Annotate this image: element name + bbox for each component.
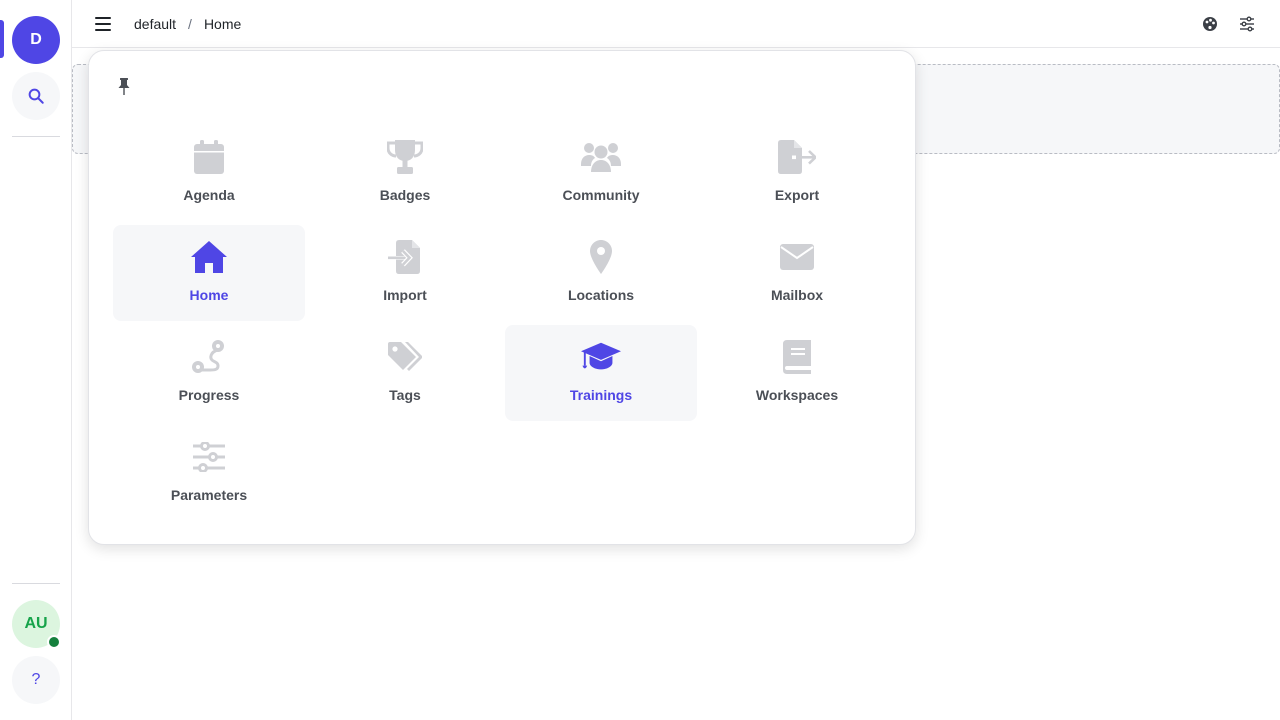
app-locations[interactable]: Locations <box>505 225 697 321</box>
apps-menu-panel: Agenda Badges Community Export Home Impo… <box>88 50 916 545</box>
workspace-avatar[interactable]: D <box>12 16 60 64</box>
app-agenda[interactable]: Agenda <box>113 125 305 221</box>
app-community[interactable]: Community <box>505 125 697 221</box>
pin-menu-button[interactable] <box>115 77 133 97</box>
rail-divider <box>12 583 60 584</box>
app-label: Tags <box>389 387 421 403</box>
calendar-icon <box>194 140 224 174</box>
app-label: Agenda <box>183 187 235 203</box>
app-label: Locations <box>567 287 635 303</box>
app-workspaces[interactable]: Workspaces <box>701 325 893 421</box>
pin-icon <box>118 78 130 95</box>
app-label: Community <box>562 187 640 203</box>
app-label: Import <box>383 287 427 303</box>
search-button[interactable] <box>12 72 60 120</box>
users-icon <box>581 143 621 172</box>
map-pin-icon <box>590 240 612 274</box>
search-icon <box>28 88 44 104</box>
top-bar: default / Home <box>72 0 1280 48</box>
app-parameters[interactable]: Parameters <box>113 425 305 521</box>
active-workspace-indicator <box>0 20 4 58</box>
graduation-cap-icon <box>581 342 621 370</box>
app-label: Export <box>774 187 820 203</box>
sliders-icon <box>1240 16 1254 32</box>
app-label: Parameters <box>170 487 248 503</box>
online-status-badge <box>47 635 61 649</box>
breadcrumb-workspace[interactable]: default <box>134 16 176 32</box>
hamburger-icon <box>95 17 111 31</box>
breadcrumb-separator: / <box>188 16 192 32</box>
app-export[interactable]: Export <box>701 125 893 221</box>
app-progress[interactable]: Progress <box>113 325 305 421</box>
breadcrumb: default / Home <box>134 0 241 48</box>
palette-icon <box>1203 17 1217 31</box>
app-import[interactable]: Import <box>309 225 501 321</box>
settings-button[interactable] <box>1237 14 1257 34</box>
route-icon <box>192 340 224 373</box>
trophy-icon <box>387 140 423 174</box>
app-label: Workspaces <box>755 387 839 403</box>
home-icon <box>191 241 227 273</box>
apps-grid: Agenda Badges Community Export Home Impo… <box>113 125 893 521</box>
left-rail: D AU ? <box>0 0 72 720</box>
app-label: Progress <box>178 387 240 403</box>
help-button[interactable]: ? <box>12 656 60 704</box>
app-trainings[interactable]: Trainings <box>505 325 697 421</box>
breadcrumb-current-page: Home <box>203 16 242 32</box>
sliders-icon <box>193 442 225 472</box>
theme-button[interactable] <box>1200 14 1220 34</box>
app-badges[interactable]: Badges <box>309 125 501 221</box>
app-mailbox[interactable]: Mailbox <box>701 225 893 321</box>
apps-menu-button[interactable] <box>92 12 114 36</box>
app-label: Home <box>189 287 229 303</box>
app-label: Badges <box>379 187 431 203</box>
file-import-icon <box>388 240 420 274</box>
app-label: Trainings <box>569 387 633 403</box>
book-icon <box>783 340 811 374</box>
tags-icon <box>388 342 422 371</box>
app-label: Mailbox <box>770 287 824 303</box>
app-home[interactable]: Home <box>113 225 305 321</box>
rail-divider <box>12 136 60 137</box>
help-label: ? <box>31 671 41 688</box>
envelope-icon <box>780 244 814 270</box>
app-tags[interactable]: Tags <box>309 325 501 421</box>
file-export-icon <box>778 140 816 174</box>
